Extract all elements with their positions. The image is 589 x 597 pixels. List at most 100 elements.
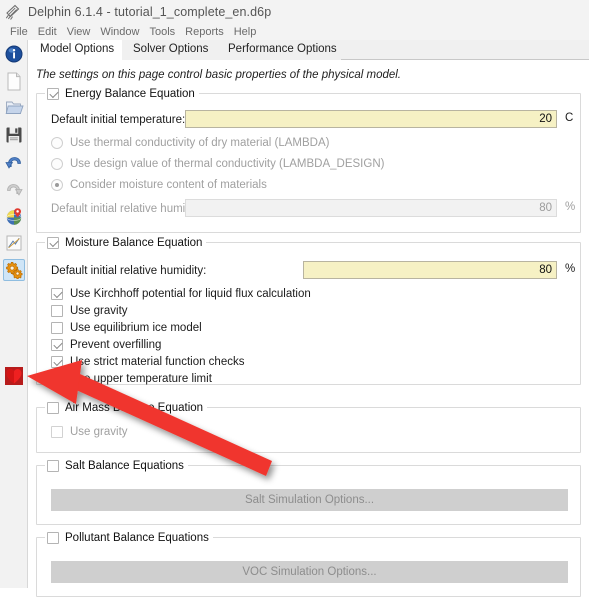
checkbox-energy-balance[interactable] (47, 88, 59, 100)
voc-simulation-options-button[interactable]: VOC Simulation Options... (51, 561, 568, 583)
radio-row-consider-moisture[interactable]: Consider moisture content of materials (51, 179, 267, 191)
checkbox-moisture-balance[interactable] (47, 237, 59, 249)
radio-use-design-value-thermal-conductivity[interactable] (51, 158, 63, 170)
group-salt-balance: Salt Balance Equations Salt Simulation O… (36, 458, 581, 525)
unit-energy-relative-humidity: % (565, 201, 576, 213)
group-salt-header[interactable]: Salt Balance Equations (45, 458, 188, 474)
chart-icon (6, 235, 22, 251)
group-air-mass-label: Air Mass Balance Equation (65, 402, 204, 414)
save-disk-icon (6, 127, 22, 143)
group-pollutant-label: Pollutant Balance Equations (65, 532, 209, 544)
checkbox-label-use-gravity-air: Use gravity (70, 426, 128, 438)
group-pollutant-balance: Pollutant Balance Equations VOC Simulati… (36, 530, 581, 597)
sidebar-item-undo-arrow-icon[interactable] (3, 151, 25, 173)
tab-performance-options[interactable]: Performance Options (217, 40, 341, 60)
left-toolbar (0, 40, 28, 588)
checkbox-prevent-overfilling[interactable] (51, 339, 63, 351)
checkbox-use-gravity-moisture[interactable] (51, 305, 63, 317)
menu-bar: File Edit View Window Tools Reports Help (0, 24, 589, 40)
checkbox-label-use-gravity-moisture: Use gravity (70, 305, 128, 317)
menu-window[interactable]: Window (95, 26, 144, 38)
sidebar-item-gears-icon[interactable] (3, 259, 25, 281)
application-window: Delphin 6.1.4 - tutorial_1_complete_en.d… (0, 0, 589, 597)
unit-temperature: C (565, 112, 574, 124)
menu-reports[interactable]: Reports (180, 26, 229, 38)
salt-simulation-options-button[interactable]: Salt Simulation Options... (51, 489, 568, 511)
checkbox-label-prevent-overfilling: Prevent overfilling (70, 339, 162, 351)
tab-solver-options[interactable]: Solver Options (122, 40, 217, 60)
open-folder-icon (5, 101, 24, 114)
checkbox-row-strict-material-checks[interactable]: Use strict material function checks (51, 356, 244, 368)
checkbox-salt-balance[interactable] (47, 460, 59, 472)
page-intro-text: The settings on this page control basic … (36, 69, 402, 81)
group-pollutant-header[interactable]: Pollutant Balance Equations (45, 530, 213, 546)
label-moisture-default-relative-humidity: Default initial relative humidity: (51, 265, 207, 277)
input-moisture-default-relative-humidity[interactable]: 80 (303, 261, 557, 279)
radio-label-lambda: Use thermal conductivity of dry material… (70, 137, 330, 149)
input-default-initial-temperature[interactable]: 20 (185, 110, 557, 128)
checkbox-use-equilibrium-ice-model[interactable] (51, 322, 63, 334)
radio-row-lambda-design[interactable]: Use design value of thermal conductivity… (51, 158, 384, 170)
sidebar-item-save-disk-icon[interactable] (3, 124, 25, 146)
sidebar-item-info-icon[interactable] (3, 43, 25, 65)
checkbox-use-upper-temperature-limit[interactable] (51, 373, 63, 385)
tab-model-options[interactable]: Model Options (28, 40, 122, 60)
window-title: Delphin 6.1.4 - tutorial_1_complete_en.d… (28, 5, 272, 19)
menu-view[interactable]: View (62, 26, 96, 38)
checkbox-air-mass-balance[interactable] (47, 402, 59, 414)
redo-arrow-icon (7, 184, 23, 196)
checkbox-label-strict-material-checks: Use strict material function checks (70, 356, 245, 368)
input-energy-default-relative-humidity: 80 (185, 199, 557, 217)
group-moisture-balance: Moisture Balance Equation Default initia… (36, 235, 581, 385)
sidebar-item-red-heart-icon[interactable] (3, 365, 25, 387)
sidebar-item-new-file-icon[interactable] (3, 70, 25, 92)
info-icon (5, 45, 23, 63)
checkbox-row-equilibrium-ice[interactable]: Use equilibrium ice model (51, 322, 202, 334)
checkbox-label-kirchhoff: Use Kirchhoff potential for liquid flux … (70, 288, 311, 300)
checkbox-label-equilibrium-ice: Use equilibrium ice model (70, 322, 202, 334)
radio-use-thermal-conductivity-dry[interactable] (51, 137, 63, 149)
radio-consider-moisture-content[interactable] (51, 179, 63, 191)
unit-moisture-relative-humidity: % (565, 263, 576, 275)
label-energy-default-relative-humidity: Default initial relative humidity: (51, 203, 207, 215)
group-air-mass-header[interactable]: Air Mass Balance Equation (45, 400, 208, 416)
menu-file[interactable]: File (5, 26, 33, 38)
undo-arrow-icon (5, 157, 21, 169)
radio-row-lambda[interactable]: Use thermal conductivity of dry material… (51, 137, 329, 149)
globe-marker-icon (5, 207, 22, 225)
menu-help[interactable]: Help (229, 26, 262, 38)
gears-icon (6, 262, 23, 279)
group-moisture-label: Moisture Balance Equation (65, 237, 203, 249)
checkbox-row-upper-temperature-limit[interactable]: Use upper temperature limit (51, 373, 212, 385)
red-heart-icon (5, 367, 23, 385)
checkbox-label-upper-temperature-limit: Use upper temperature limit (70, 373, 212, 385)
title-bar: Delphin 6.1.4 - tutorial_1_complete_en.d… (0, 0, 589, 24)
checkbox-row-prevent-overfilling[interactable]: Prevent overfilling (51, 339, 161, 351)
checkbox-row-use-gravity-moisture[interactable]: Use gravity (51, 305, 128, 317)
sidebar-item-globe-marker-icon[interactable] (3, 205, 25, 227)
checkbox-use-gravity-air (51, 426, 63, 438)
checkbox-use-kirchhoff-potential[interactable] (51, 288, 63, 300)
checkbox-row-kirchhoff[interactable]: Use Kirchhoff potential for liquid flux … (51, 288, 311, 300)
label-default-initial-temperature: Default initial temperature: (51, 114, 186, 126)
group-air-mass-balance: Air Mass Balance Equation Use gravity (36, 400, 581, 453)
rain-drops-icon (5, 4, 22, 20)
sidebar-item-redo-arrow-icon[interactable] (3, 178, 25, 200)
group-salt-label: Salt Balance Equations (65, 460, 184, 472)
group-energy-balance: Energy Balance Equation Default initial … (36, 86, 581, 233)
model-options-page: The settings on this page control basic … (28, 60, 589, 597)
group-energy-label: Energy Balance Equation (65, 88, 195, 100)
sidebar-item-open-folder-icon[interactable] (3, 97, 25, 119)
menu-tools[interactable]: Tools (144, 26, 180, 38)
tab-strip: Model Options Solver Options Performance… (28, 40, 589, 60)
menu-edit[interactable]: Edit (33, 26, 62, 38)
group-energy-header[interactable]: Energy Balance Equation (45, 86, 199, 102)
radio-label-lambda-design: Use design value of thermal conductivity… (70, 158, 385, 170)
checkbox-row-use-gravity-air[interactable]: Use gravity (51, 426, 128, 438)
checkbox-use-strict-material-function-checks[interactable] (51, 356, 63, 368)
radio-label-consider-moisture: Consider moisture content of materials (70, 179, 267, 191)
new-file-icon (7, 72, 21, 90)
group-moisture-header[interactable]: Moisture Balance Equation (45, 235, 207, 251)
checkbox-pollutant-balance[interactable] (47, 532, 59, 544)
sidebar-item-chart-icon[interactable] (3, 232, 25, 254)
